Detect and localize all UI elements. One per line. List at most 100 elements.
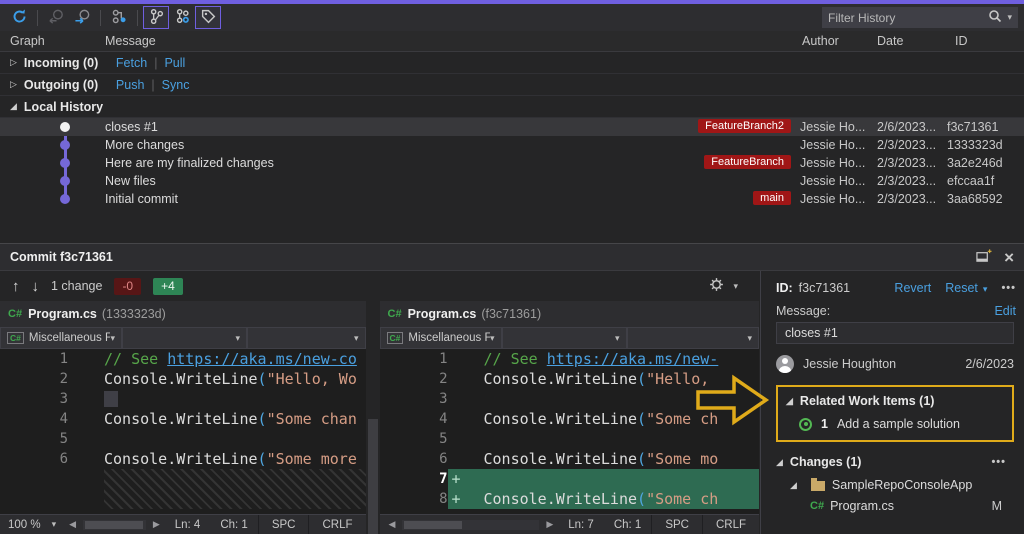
line-number: 3 [0, 389, 68, 409]
changes-header-label: Changes (1) [790, 455, 862, 469]
diff-settings-button[interactable]: ▾ [709, 277, 738, 295]
float-window-icon[interactable] [976, 249, 992, 266]
local-history-row[interactable]: ◢ Local History [0, 96, 1024, 118]
filter-options-caret-icon[interactable]: ▾ [1007, 12, 1012, 23]
commit-row[interactable]: closes #1 FeatureBranch2 Jessie Ho... 2/… [0, 118, 1024, 136]
scrollbar-thumb[interactable] [404, 521, 462, 529]
member-dropdown[interactable]: ▾ [247, 327, 366, 349]
project-dropdown-value: Miscellaneous Fil [408, 332, 490, 344]
scroll-left-icon[interactable]: ◀ [64, 519, 81, 530]
commit-message: closes #1 [105, 120, 158, 134]
expander-collapsed-icon[interactable]: ▷ [10, 79, 17, 90]
file-commit-ref: (1333323d) [102, 307, 166, 321]
search-icon[interactable] [988, 9, 1002, 26]
spaces-indicator[interactable]: SPC [258, 515, 309, 534]
outgoing-row[interactable]: ▷ Outgoing (0) Push | Sync [0, 74, 1024, 96]
deletions-badge: -0 [114, 278, 141, 295]
missing-lines-hatch [104, 469, 366, 509]
changed-file-row[interactable]: C# Program.cs M [776, 497, 1016, 513]
column-header-graph[interactable]: Graph [10, 34, 45, 48]
member-dropdown[interactable]: ▾ [627, 327, 760, 349]
commit-pane-title: Commit f3c71361 [10, 250, 113, 264]
zoom-control[interactable]: 100 % ▾ [0, 519, 64, 531]
changes-section-header[interactable]: ◢ Changes (1) ••• [776, 450, 1016, 476]
commit-id: efccaa1f [947, 174, 994, 188]
line-ending-indicator[interactable]: CRLF [702, 515, 759, 534]
close-icon[interactable]: × [1004, 249, 1014, 266]
local-history-label: Local History [24, 100, 103, 114]
commit-date: 2/3/2023... [877, 156, 936, 170]
commit-date: 2/6/2023 [965, 357, 1014, 371]
commit-date: 2/6/2023... [877, 120, 936, 134]
project-dropdown[interactable]: C# Miscellaneous Fil ▾ [380, 327, 502, 349]
more-actions-icon[interactable]: ••• [1001, 282, 1016, 294]
redo-history-button[interactable] [69, 6, 95, 29]
commit-row[interactable]: Here are my finalized changes FeatureBra… [0, 154, 1024, 172]
commit-row[interactable]: More changes Jessie Ho... 2/3/2023... 13… [0, 136, 1024, 154]
type-dropdown[interactable]: ▾ [122, 327, 247, 349]
changes-folder-row[interactable]: ◢ SampleRepoConsoleApp [776, 476, 1016, 497]
changes-more-actions-icon[interactable]: ••• [991, 456, 1006, 468]
link-separator: | [151, 78, 154, 92]
related-work-items-header[interactable]: ◢ Related Work Items (1) [786, 394, 1004, 408]
expander-collapsed-icon[interactable]: ▷ [10, 57, 17, 68]
work-item-state-icon [799, 418, 812, 431]
show-tags-button[interactable] [195, 6, 221, 29]
commit-message-field[interactable]: closes #1 [776, 322, 1014, 344]
scrollbar-thumb[interactable] [368, 419, 378, 534]
undo-history-button[interactable] [43, 6, 69, 29]
expander-expanded-icon[interactable]: ◢ [790, 480, 797, 491]
author-avatar [776, 355, 794, 373]
sync-link[interactable]: Sync [162, 78, 190, 92]
branch-tag[interactable]: main [753, 191, 791, 205]
column-header-id[interactable]: ID [955, 34, 968, 48]
branch-tag[interactable]: FeatureBranch2 [698, 119, 791, 133]
reset-link[interactable]: Reset▾ [945, 281, 987, 295]
commit-details-panel: ID: f3c71361 Revert Reset▾ ••• Message: … [762, 271, 1024, 534]
branch-tag[interactable]: FeatureBranch [704, 155, 791, 169]
scroll-right-icon[interactable]: ▶ [541, 519, 558, 530]
spaces-indicator[interactable]: SPC [651, 515, 702, 534]
incoming-row[interactable]: ▷ Incoming (0) Fetch | Pull [0, 52, 1024, 74]
horizontal-scrollbar[interactable] [402, 520, 539, 530]
type-dropdown[interactable]: ▾ [502, 327, 627, 349]
line-ending-indicator[interactable]: CRLF [308, 515, 365, 534]
expander-expanded-icon[interactable]: ◢ [776, 457, 783, 468]
filter-history-input[interactable]: Filter History ▾ [822, 7, 1018, 28]
code-line: 1// See https://aka.ms/new-co [0, 349, 366, 369]
project-dropdown[interactable]: C# Miscellaneous Fil ▾ [0, 327, 122, 349]
scrollbar-thumb[interactable] [85, 521, 143, 529]
code-editor-after[interactable]: 1// See https://aka.ms/new-2Console.Writ… [380, 349, 760, 509]
commit-row[interactable]: Initial commit main Jessie Ho... 2/3/202… [0, 190, 1024, 208]
push-link[interactable]: Push [116, 78, 145, 92]
expander-expanded-icon[interactable]: ◢ [10, 101, 17, 112]
code-editor-before[interactable]: 1// See https://aka.ms/new-co2Console.Wr… [0, 349, 366, 509]
commit-row[interactable]: New files Jessie Ho... 2/3/2023... efcca… [0, 172, 1024, 190]
code-line: 4Console.WriteLine("Some ch [380, 409, 760, 429]
code-line: 7+ [380, 469, 760, 489]
gear-icon [709, 277, 724, 295]
horizontal-scrollbar[interactable] [83, 520, 146, 530]
column-header-author[interactable]: Author [802, 34, 839, 48]
scroll-left-icon[interactable]: ◀ [384, 519, 401, 530]
scroll-right-icon[interactable]: ▶ [148, 519, 165, 530]
pull-link[interactable]: Pull [164, 56, 185, 70]
column-header-message[interactable]: Message [105, 34, 156, 48]
toolbar-separator [137, 10, 138, 26]
zoom-level: 100 % [8, 519, 41, 531]
work-item-row[interactable]: 1 Add a sample solution [786, 408, 1004, 431]
next-change-icon[interactable]: ↓ [32, 278, 40, 295]
folder-icon [811, 481, 825, 491]
fetch-link[interactable]: Fetch [116, 56, 147, 70]
column-header-date[interactable]: Date [877, 34, 903, 48]
compare-branches-button[interactable] [106, 6, 132, 29]
refresh-button[interactable] [6, 6, 32, 29]
expander-expanded-icon[interactable]: ◢ [786, 396, 793, 407]
vertical-scrollbar[interactable] [366, 301, 380, 534]
revert-link[interactable]: Revert [894, 281, 931, 295]
edit-message-link[interactable]: Edit [994, 304, 1016, 318]
show-commit-graph-button[interactable] [143, 6, 169, 29]
history-column-headers: Graph Message Author Date ID [0, 31, 1024, 52]
previous-change-icon[interactable]: ↑ [12, 278, 20, 295]
show-remote-graph-button[interactable] [169, 6, 195, 29]
